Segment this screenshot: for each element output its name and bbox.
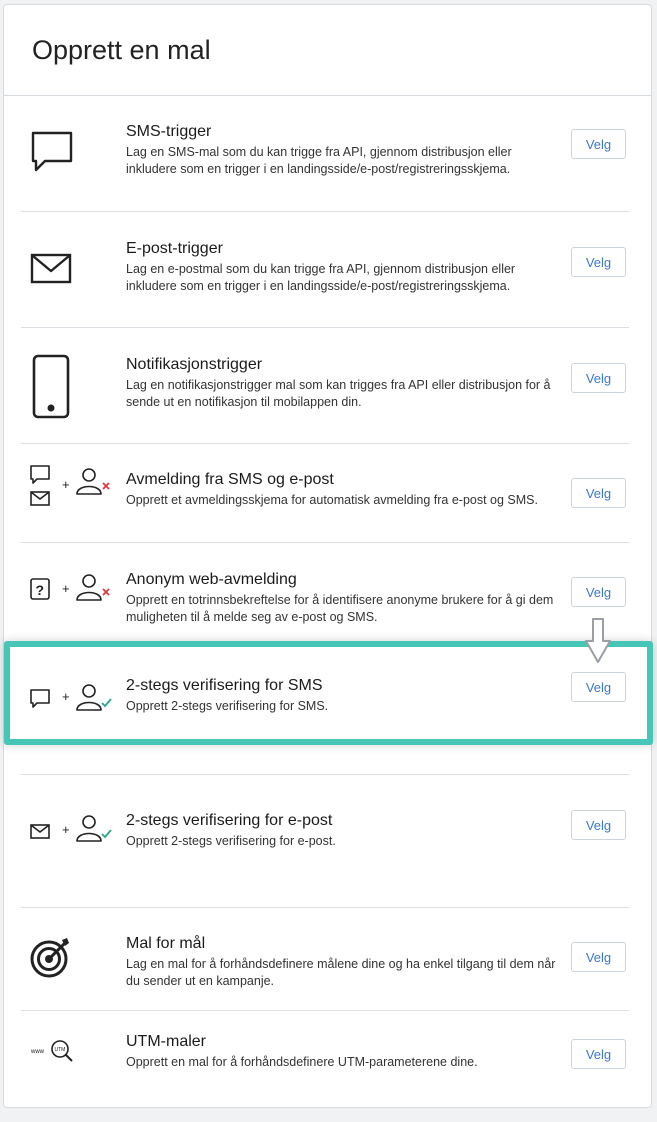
template-description: Opprett en mal for å forhåndsdefinere UT… — [126, 1055, 478, 1069]
pointer-arrow-icon — [583, 617, 613, 665]
divider — [21, 327, 629, 328]
envelope-icon — [29, 252, 75, 286]
divider — [21, 1010, 629, 1011]
select-button[interactable]: Velg — [571, 478, 626, 508]
highlighted-template-card: + 2-stegs verifisering for SMS Opprett 2… — [4, 641, 653, 745]
svg-text:?: ? — [36, 582, 45, 598]
page-title: Opprett en mal — [32, 35, 211, 65]
list-item: Mal for mål Lag en mal for å forhåndsdef… — [21, 925, 629, 1015]
divider — [21, 774, 629, 775]
www-label: www — [30, 1049, 45, 1055]
svg-text:+: + — [62, 822, 70, 837]
list-item: Notifikasjonstrigger Lag en notifikasjon… — [21, 342, 629, 448]
list-item: SMS-trigger Lag en SMS-mal som du kan tr… — [21, 109, 629, 215]
template-description: Lag en mal for å forhåndsdefinere målene… — [126, 957, 556, 988]
utm-label: UTM — [55, 1047, 66, 1053]
template-description: Opprett en totrinnsbekreftelse for å ide… — [126, 593, 554, 624]
svg-text:+: + — [62, 581, 70, 596]
divider — [21, 542, 629, 543]
list-item: + Avmelding fra SMS og e-post Opprett et… — [21, 457, 629, 547]
divider — [21, 211, 629, 212]
select-button[interactable]: Velg — [571, 129, 626, 159]
template-title: E-post-trigger — [126, 240, 223, 257]
divider — [21, 907, 629, 908]
template-title: UTM-maler — [126, 1033, 206, 1050]
divider — [21, 443, 629, 444]
select-button[interactable]: Velg — [571, 942, 626, 972]
template-description: Lag en SMS-mal som du kan trigge fra API… — [126, 145, 512, 176]
template-description: Lag en e-postmal som du kan trigge fra A… — [126, 262, 516, 293]
template-panel: Opprett en mal SMS-trigger Lag en SMS-ma… — [3, 4, 652, 1108]
sms-bubble-icon — [29, 129, 75, 173]
select-button[interactable]: Velg — [571, 1039, 626, 1069]
template-description: Opprett et avmeldingsskjema for automati… — [126, 493, 538, 507]
template-description: Opprett 2-stegs verifisering for SMS. — [126, 699, 329, 713]
svg-text:+: + — [62, 477, 70, 492]
sms-email-unsubscribe-icon: + — [29, 464, 115, 510]
select-button[interactable]: Velg — [571, 810, 626, 840]
template-title: Anonym web-avmelding — [126, 571, 297, 588]
template-title: Notifikasjonstrigger — [126, 356, 263, 373]
svg-text:+: + — [62, 689, 70, 704]
anonymous-unsubscribe-icon: ? + — [29, 572, 115, 606]
template-description: Opprett 2-stegs verifisering for e-post. — [126, 834, 336, 848]
panel-header: Opprett en mal — [4, 5, 651, 96]
list-item: ? + Anonym web-avmelding Opprett en totr… — [21, 557, 629, 647]
select-button[interactable]: Velg — [571, 363, 626, 393]
template-title: Mal for mål — [126, 935, 206, 952]
mobile-phone-icon — [29, 354, 73, 420]
utm-search-icon: www UTM — [29, 1033, 79, 1067]
template-title: 2-stegs verifisering for e-post — [126, 812, 333, 829]
target-icon — [29, 935, 75, 979]
template-title: 2-stegs verifisering for SMS — [126, 677, 323, 694]
email-verification-icon: + — [29, 812, 115, 846]
list-item: www UTM UTM-maler Opprett en mal for å f… — [21, 1023, 629, 1103]
sms-verification-icon: + — [29, 682, 115, 716]
list-item: + 2-stegs verifisering for e-post Oppret… — [21, 792, 629, 902]
template-description: Lag en notifikasjonstrigger mal som kan … — [126, 378, 551, 409]
template-title: Avmelding fra SMS og e-post — [126, 471, 334, 488]
select-button[interactable]: Velg — [571, 247, 626, 277]
select-button[interactable]: Velg — [571, 672, 626, 702]
list-item: E-post-trigger Lag en e-postmal som du k… — [21, 226, 629, 332]
select-button[interactable]: Velg — [571, 577, 626, 607]
template-title: SMS-trigger — [126, 123, 212, 140]
